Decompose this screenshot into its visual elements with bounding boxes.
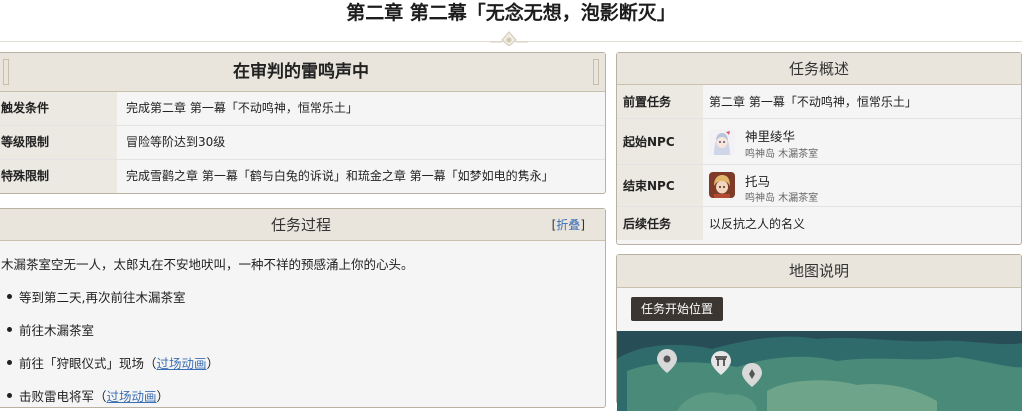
trigger-row: 等级限制 冒险等阶达到30级	[0, 126, 605, 160]
process-panel: 任务过程 [折叠] 木漏茶室空无一人，太郎丸在不安地吠叫，一种不祥的预感涌上你的…	[0, 208, 606, 408]
quest-map[interactable]	[617, 331, 1022, 411]
process-title: 任务过程	[270, 216, 331, 234]
list-item: 前往「狩眼仪式」现场（过场动画）	[19, 356, 220, 371]
summary-panel-header: 任务概述	[617, 53, 1021, 85]
level-limit-value: 冒险等阶达到30级	[126, 135, 226, 149]
start-location-button[interactable]: 任务开始位置	[631, 297, 724, 321]
trigger-panel: 在审判的雷鸣声中 触发条件 完成第二章 第一幕「不动鸣神，恒常乐土」 等级限制 …	[0, 52, 606, 194]
cutscene-link[interactable]: 过场动画	[107, 389, 157, 404]
ornament-icon	[490, 31, 528, 46]
bullet-icon	[7, 327, 12, 332]
list-item: 前往木漏茶室	[19, 323, 95, 338]
trigger-condition-label: 触发条件	[0, 92, 117, 125]
next-quest-link[interactable]: 以反抗之人的名义	[709, 207, 805, 240]
special-limit-value: 完成雪鹳之章 第一幕「鹤与白兔的诉说」和琉金之章 第一幕「如梦如电的隽永」	[126, 169, 554, 183]
next-quest-label: 后续任务	[617, 207, 703, 240]
map-panel: 地图说明 任务开始位置	[616, 254, 1022, 411]
start-npc-name[interactable]: 神里绫华	[745, 126, 795, 145]
level-limit-label: 等级限制	[0, 126, 117, 159]
cutscene-link[interactable]: 过场动画	[157, 356, 207, 371]
trigger-condition-value: 完成第二章 第一幕「不动鸣神，恒常乐土」	[126, 101, 358, 115]
prev-quest-row: 前置任务 第二章 第一幕「不动鸣神，恒常乐土」	[617, 85, 1021, 119]
end-npc-row: 结束NPC 托马 鸣神岛 木漏茶室	[617, 165, 1021, 207]
bullet-icon	[7, 294, 12, 299]
bullet-icon	[7, 393, 12, 398]
process-intro: 木漏茶室空无一人，太郎丸在不安地吠叫，一种不祥的预感涌上你的心头。	[1, 257, 414, 272]
start-npc-row: 起始NPC 神里绫华 鸣神岛 木漏茶室	[617, 119, 1021, 165]
bracket: ]	[580, 218, 585, 232]
start-npc-label: 起始NPC	[617, 119, 703, 164]
trigger-row: 特殊限制 完成雪鹳之章 第一幕「鹤与白兔的诉说」和琉金之章 第一幕「如梦如电的隽…	[0, 160, 605, 194]
end-npc-name[interactable]: 托马	[745, 171, 770, 190]
ayaka-avatar[interactable]	[709, 129, 735, 155]
trigger-panel-header: 在审判的雷鸣声中	[0, 53, 605, 92]
next-quest-row: 后续任务 以反抗之人的名义	[617, 207, 1021, 240]
map-panel-header: 地图说明	[617, 255, 1021, 288]
map-title: 地图说明	[788, 262, 849, 280]
summary-title: 任务概述	[788, 60, 849, 78]
list-item: 等到第二天,再次前往木漏茶室	[19, 290, 186, 305]
prev-quest-label: 前置任务	[617, 85, 703, 118]
prev-quest-link[interactable]: 第二章 第一幕「不动鸣神，恒常乐土」	[709, 85, 917, 118]
summary-panel: 任务概述 前置任务 第二章 第一幕「不动鸣神，恒常乐土」 起始NPC 神里绫华 …	[616, 52, 1022, 245]
collapse-link[interactable]: 折叠	[556, 218, 580, 232]
page-title: 第二章 第二幕「无念无想，泡影断灭」	[346, 2, 676, 24]
thoma-avatar[interactable]	[709, 172, 735, 198]
special-limit-label: 特殊限制	[0, 160, 117, 193]
end-npc-label: 结束NPC	[617, 165, 703, 206]
quest-title: 在审判的雷鸣声中	[233, 62, 369, 82]
collapse-toggle[interactable]: [折叠]	[552, 209, 585, 241]
trigger-row: 触发条件 完成第二章 第一幕「不动鸣神，恒常乐土」	[0, 92, 605, 126]
start-npc-location: 鸣神岛 木漏茶室	[745, 149, 819, 160]
bullet-icon	[7, 360, 12, 365]
corner-ornament	[3, 59, 9, 85]
end-npc-location: 鸣神岛 木漏茶室	[745, 193, 819, 204]
list-item: 击败雷电将军（过场动画）	[19, 389, 170, 404]
process-panel-header: 任务过程 [折叠]	[0, 209, 605, 241]
corner-ornament	[593, 59, 599, 85]
